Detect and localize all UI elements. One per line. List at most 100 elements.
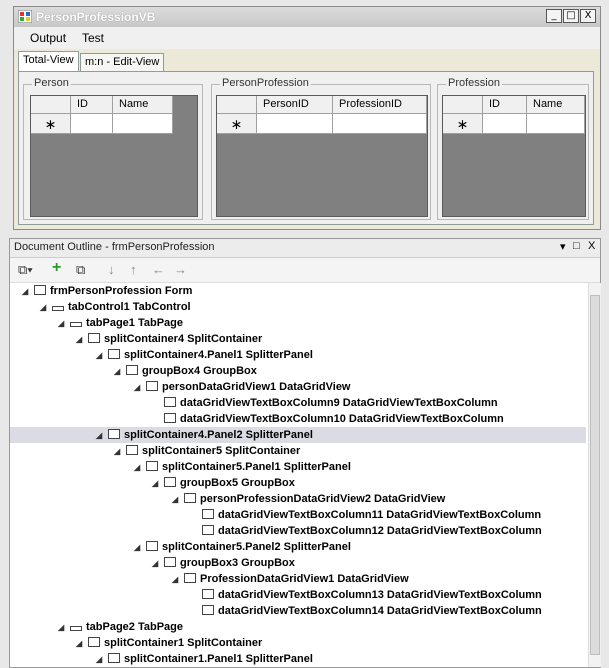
textboxcolumn-icon <box>164 397 176 407</box>
column-header[interactable]: ID <box>483 96 527 114</box>
menu-bar: Output Test <box>14 27 600 49</box>
row-header-corner <box>443 96 483 114</box>
grid-cell[interactable] <box>257 114 333 134</box>
tree-node[interactable]: dataGridViewTextBoxColumn11 DataGridView… <box>200 507 541 523</box>
tree-node[interactable]: dataGridViewTextBoxColumn13 DataGridView… <box>200 587 542 603</box>
tree-node[interactable]: ◢ groupBox4 GroupBox <box>114 363 257 379</box>
splitterpanel-icon <box>108 349 120 359</box>
collapse-icon[interactable]: ◢ <box>76 636 86 652</box>
person-grid[interactable]: ID Name ∗ <box>30 95 198 217</box>
dropdown-icon[interactable]: ▾ <box>560 240 566 253</box>
groupbox-icon <box>164 477 176 487</box>
collapse-icon[interactable]: ◢ <box>96 428 106 444</box>
collapse-icon[interactable]: ◢ <box>172 492 182 508</box>
outline-titlebar[interactable]: Document Outline - frmPersonProfession ▾… <box>10 239 600 258</box>
add-icon[interactable]: + <box>52 259 61 277</box>
menu-output[interactable]: Output <box>30 31 66 45</box>
tree-node[interactable]: dataGridViewTextBoxColumn9 DataGridViewT… <box>162 395 498 411</box>
collapse-icon[interactable]: ◢ <box>22 284 32 300</box>
move-down-icon[interactable]: ↓ <box>108 262 115 277</box>
tree-node[interactable]: ◢ splitContainer1.Panel1 SplitterPanel <box>96 651 313 667</box>
maximize-button[interactable]: □ <box>563 9 579 23</box>
tree-node[interactable]: ◢ personDataGridView1 DataGridView <box>134 379 351 395</box>
tree-node[interactable]: dataGridViewTextBoxColumn14 DataGridView… <box>200 603 542 619</box>
outline-title: Document Outline - frmPersonProfession <box>14 241 215 253</box>
grid-cell[interactable] <box>483 114 527 134</box>
menu-test[interactable]: Test <box>82 31 104 45</box>
tree-node[interactable]: ◢ splitContainer5.Panel2 SplitterPanel <box>134 539 351 555</box>
tree-node[interactable]: ◢ splitContainer1 SplitContainer <box>76 635 262 651</box>
tree-node[interactable]: dataGridViewTextBoxColumn10 DataGridView… <box>162 411 504 427</box>
collapse-icon[interactable]: ◢ <box>40 300 50 316</box>
collapse-icon[interactable]: ◢ <box>96 652 106 667</box>
collapse-icon[interactable]: ◢ <box>172 572 182 588</box>
collapse-icon[interactable]: ◢ <box>114 444 124 460</box>
grid-cell[interactable] <box>527 114 585 134</box>
move-left-icon[interactable]: ← <box>152 262 165 277</box>
profession-grid[interactable]: ID Name ∗ <box>442 95 586 217</box>
tree-node[interactable]: ◢ tabPage1 TabPage <box>58 315 183 331</box>
collapse-icon[interactable]: ◢ <box>134 460 144 476</box>
groupbox-icon <box>126 365 138 375</box>
form-icon <box>34 285 46 295</box>
view-icon[interactable]: ⧉▾ <box>18 262 33 278</box>
splitterpanel-icon <box>146 541 158 551</box>
tree-node-selected[interactable]: ◢ splitContainer4.Panel2 SplitterPanel <box>10 427 586 443</box>
minimize-button[interactable]: _ <box>546 9 562 23</box>
collapse-icon[interactable]: ◢ <box>76 332 86 348</box>
collapse-icon[interactable]: ◢ <box>134 540 144 556</box>
move-right-icon[interactable]: → <box>174 262 187 277</box>
tree-node[interactable]: ◢ ProfessionDataGridView1 DataGridView <box>172 571 409 587</box>
tree-node[interactable]: ◢ splitContainer5.Panel1 SplitterPanel <box>134 459 351 475</box>
tabpage-icon <box>70 322 82 327</box>
group-title: Profession <box>446 77 502 89</box>
move-up-icon[interactable]: ↑ <box>130 262 137 277</box>
collapse-icon[interactable]: ◢ <box>58 316 68 332</box>
new-row-marker: ∗ <box>217 114 257 134</box>
splitcontainer-icon <box>126 445 138 455</box>
splitcontainer-icon <box>88 333 100 343</box>
tabpage-icon <box>70 626 82 631</box>
copy-icon[interactable]: ⧉ <box>76 262 85 278</box>
grid-cell[interactable] <box>333 114 427 134</box>
row-header-corner <box>31 96 71 114</box>
scrollbar-thumb[interactable] <box>590 295 600 655</box>
collapse-icon[interactable]: ◢ <box>96 348 106 364</box>
textboxcolumn-icon <box>164 413 176 423</box>
grid-cell[interactable] <box>113 114 173 134</box>
outline-scrollbar[interactable] <box>588 283 601 667</box>
outline-tree: ◢ frmPersonProfession Form ◢ tabControl1 T… <box>10 283 586 667</box>
collapse-icon[interactable]: ◢ <box>152 476 162 492</box>
tab-content: Person ID Name ∗ PersonProfession Person… <box>18 71 594 225</box>
tree-node[interactable]: ◢ splitContainer5 SplitContainer <box>114 443 300 459</box>
tree-node[interactable]: ◢ groupBox5 GroupBox <box>152 475 295 491</box>
tab-total-view[interactable]: Total-View <box>18 51 79 71</box>
close-button[interactable]: X <box>580 9 596 23</box>
column-header[interactable]: PersonID <box>257 96 333 114</box>
grid-cell[interactable] <box>71 114 113 134</box>
column-header[interactable]: ID <box>71 96 113 114</box>
column-header[interactable]: Name <box>113 96 173 114</box>
tree-node[interactable]: ◢ splitContainer4.Panel1 SplitterPanel <box>96 347 313 363</box>
close-icon[interactable]: X <box>588 240 595 252</box>
column-header[interactable]: Name <box>527 96 585 114</box>
collapse-icon[interactable]: ◢ <box>58 620 68 636</box>
splitterpanel-icon <box>108 653 120 663</box>
tree-node[interactable]: ◢ splitContainer4 SplitContainer <box>76 331 262 347</box>
tree-node[interactable]: ◢ personProfessionDataGridView2 DataGridV… <box>172 491 445 507</box>
tree-node[interactable]: dataGridViewTextBoxColumn12 DataGridView… <box>200 523 542 539</box>
tab-edit-view[interactable]: m:n - Edit-View <box>80 53 165 71</box>
tree-node[interactable]: ◢ groupBox3 GroupBox <box>152 555 295 571</box>
collapse-icon[interactable]: ◢ <box>152 556 162 572</box>
column-header[interactable]: ProfessionID <box>333 96 427 114</box>
collapse-icon[interactable]: ◢ <box>114 364 124 380</box>
tree-node[interactable]: ◢ tabPage2 TabPage <box>58 619 183 635</box>
tree-node[interactable]: ◢ tabControl1 TabControl <box>40 299 191 315</box>
maximize-icon[interactable]: □ <box>573 240 580 252</box>
group-title: Person <box>32 77 71 89</box>
tree-node[interactable]: ◢ frmPersonProfession Form <box>22 283 192 299</box>
form-titlebar[interactable]: PersonProfessionVB _ □ X <box>14 7 600 28</box>
collapse-icon[interactable]: ◢ <box>134 380 144 396</box>
form-title: PersonProfessionVB <box>36 10 156 24</box>
personprofession-grid[interactable]: PersonID ProfessionID ∗ <box>216 95 428 217</box>
